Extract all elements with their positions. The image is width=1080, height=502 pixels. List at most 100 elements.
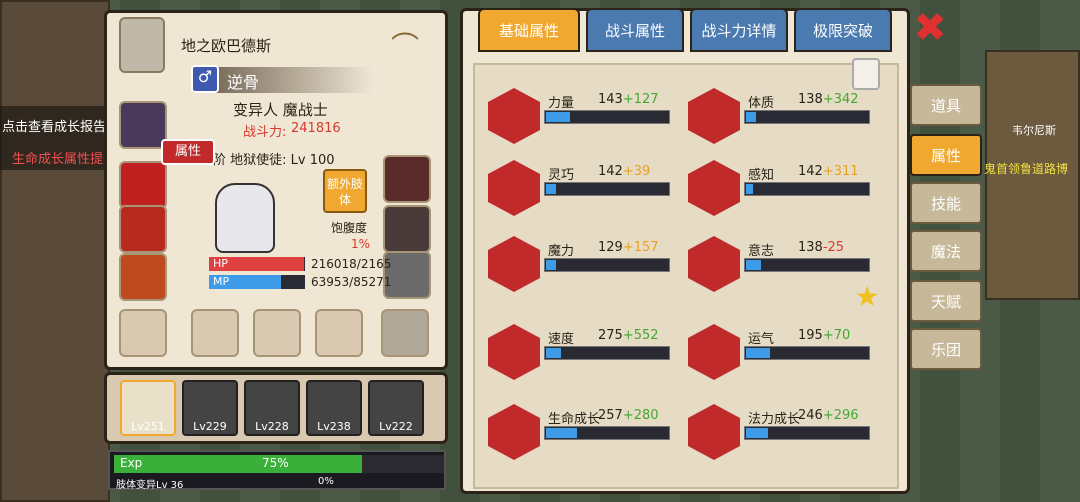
tab-combat[interactable]: 战斗属性 [586, 8, 684, 52]
stat-bonus: +296 [822, 408, 859, 423]
stat-3: 感知 142+311 [688, 160, 878, 220]
hanger-icon[interactable]: ⌒ [381, 25, 429, 69]
character-title: 逆骨 [227, 73, 260, 92]
tab-limit-break[interactable]: 极限突破 [794, 8, 892, 52]
stat-icon [488, 160, 540, 216]
race-class: 变异人 魔战士 [233, 101, 328, 119]
emblem-icon [119, 17, 165, 73]
stat-name: 意志 [748, 244, 775, 259]
stat-bar [544, 426, 670, 440]
stat-4: 魔力 129+157 [488, 236, 678, 296]
slot-weapon-3[interactable] [315, 309, 363, 357]
party-member-5[interactable]: Lv222 [368, 380, 424, 436]
stat-icon [688, 88, 740, 144]
stat-bonus: -25 [822, 240, 845, 255]
stat-base: 195 [798, 328, 823, 343]
stat-value: 143+127 [598, 92, 659, 107]
slot-weapon-1[interactable] [191, 309, 239, 357]
stat-7: 运气 195+70 [688, 324, 878, 384]
menu-magic[interactable]: 魔法 [910, 230, 982, 272]
limb-percent: 0% [318, 476, 334, 487]
title-banner [193, 67, 373, 93]
menu-attributes[interactable]: 属性 [910, 134, 982, 176]
party-member-3[interactable]: Lv228 [244, 380, 300, 436]
stat-bar-fill [746, 184, 754, 194]
slot-gloves[interactable] [119, 253, 167, 301]
stat-base: 142 [598, 164, 623, 179]
hp-label: HP [213, 257, 228, 270]
close-icon[interactable]: ✖ [910, 8, 950, 48]
exp-label: Exp [120, 456, 143, 470]
stat-bar [744, 182, 870, 196]
attr-badge[interactable]: 属性 [161, 139, 215, 165]
party-member-2[interactable]: Lv229 [182, 380, 238, 436]
stat-value: 195+70 [798, 328, 850, 343]
stat-base: 275 [598, 328, 623, 343]
stat-bar-fill [546, 348, 561, 358]
menu-skills[interactable]: 技能 [910, 182, 982, 224]
character-panel: 地之欧巴德斯 ⌒ ♂ 逆骨 变异人 魔战士 战斗力: 241816 阶 地狱使徒… [104, 10, 448, 370]
slot-locked[interactable] [381, 309, 429, 357]
menu-band[interactable]: 乐团 [910, 328, 982, 370]
stat-icon [688, 160, 740, 216]
stat-1: 体质 138+342 [688, 88, 878, 148]
stat-6: 速度 275+552 [488, 324, 678, 384]
stat-bar-fill [546, 184, 556, 194]
stat-value: 142+39 [598, 164, 650, 179]
hp-bar: HP [209, 257, 305, 271]
stat-value: 257+280 [598, 408, 659, 423]
stat-name: 灵巧 [548, 168, 575, 183]
tab-power-detail[interactable]: 战斗力详情 [690, 8, 788, 52]
stat-bonus: +157 [622, 240, 659, 255]
stat-bar [544, 258, 670, 272]
stat-bar [744, 426, 870, 440]
map-wall [0, 0, 110, 502]
stat-value: 246+296 [798, 408, 859, 423]
tab-basic[interactable]: 基础属性 [478, 8, 580, 52]
extra-limbs-button[interactable]: 额外肢体 [323, 169, 367, 213]
map-road-label: 鬼首领鲁道路博 [984, 162, 1069, 176]
stat-name: 法力成长 [748, 412, 801, 427]
exp-fill [114, 455, 362, 473]
stat-bar-fill [746, 112, 756, 122]
stat-value: 138-25 [798, 240, 844, 255]
mp-bar: MP [209, 275, 305, 289]
stat-base: 138 [798, 92, 823, 107]
stat-bar [744, 258, 870, 272]
male-icon: ♂ [191, 65, 219, 93]
menu-talent[interactable]: 天赋 [910, 280, 982, 322]
stat-bonus: +342 [822, 92, 859, 107]
stat-5: 意志 138-25 [688, 236, 878, 296]
menu-items[interactable]: 道具 [910, 84, 982, 126]
slot-weapon-2[interactable] [253, 309, 301, 357]
stat-bar [744, 346, 870, 360]
notification-line1: 点击查看成长报告。 [2, 120, 120, 135]
stat-value: 142+311 [798, 164, 859, 179]
stat-bar-fill [746, 348, 771, 358]
stat-bonus: +39 [622, 164, 651, 179]
party-member-4[interactable]: Lv238 [306, 380, 362, 436]
party-level-5: Lv222 [379, 420, 413, 433]
potion-icon[interactable] [852, 58, 880, 90]
stat-value: 275+552 [598, 328, 659, 343]
stat-base: 138 [798, 240, 823, 255]
stat-value: 138+342 [798, 92, 859, 107]
slot-head[interactable] [119, 101, 167, 149]
stat-bar [544, 110, 670, 124]
slot-right-1[interactable] [383, 109, 431, 157]
slot-ring[interactable] [119, 309, 167, 357]
slot-amulet[interactable] [119, 161, 167, 209]
mp-value: 63953/85271 [311, 275, 392, 289]
stat-bar-fill [746, 260, 761, 270]
stat-bonus: +127 [622, 92, 659, 107]
satiety-value: 1% [351, 237, 371, 251]
slot-right-2[interactable] [383, 155, 431, 203]
slot-armor[interactable] [119, 205, 167, 253]
stat-name: 速度 [548, 332, 575, 347]
stat-name: 感知 [748, 168, 775, 183]
map-town-label: 韦尔尼斯 [1012, 124, 1056, 137]
party-member-1[interactable]: Lv251 [120, 380, 176, 436]
slot-right-3[interactable] [383, 205, 431, 253]
stat-bar-fill [746, 428, 768, 438]
rank-text: 阶 地狱使徒: Lv 100 [213, 153, 335, 168]
